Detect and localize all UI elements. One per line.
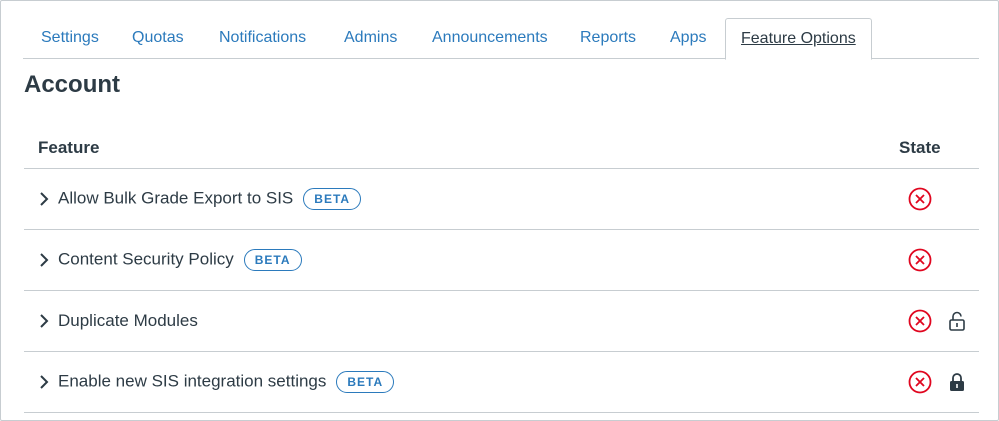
table-header: Feature State	[24, 126, 979, 169]
chevron-right-icon[interactable]	[38, 313, 50, 329]
beta-badge: BETA	[243, 249, 302, 271]
settings-panel: Settings Quotas Notifications Admins Ann…	[0, 0, 999, 421]
tab-settings[interactable]: Settings	[41, 18, 99, 58]
tab-notifications[interactable]: Notifications	[219, 18, 306, 58]
tab-admins[interactable]: Admins	[344, 18, 397, 58]
feature-name[interactable]: Enable new SIS integration settings BETA	[58, 371, 395, 393]
page-title: Account	[24, 71, 120, 98]
tab-apps[interactable]: Apps	[670, 18, 706, 58]
feature-label: Duplicate Modules	[58, 311, 198, 330]
x-circle-icon[interactable]	[908, 187, 932, 211]
tab-reports[interactable]: Reports	[580, 18, 636, 58]
table-row: Allow Bulk Grade Export to SIS BETA	[24, 169, 979, 230]
beta-badge: BETA	[303, 188, 362, 210]
feature-label: Allow Bulk Grade Export to SIS	[58, 188, 294, 208]
chevron-right-icon[interactable]	[38, 191, 50, 207]
feature-label: Content Security Policy	[58, 249, 234, 269]
tab-announcements[interactable]: Announcements	[432, 18, 548, 58]
table-row: Content Security Policy BETA	[24, 230, 979, 291]
feature-name[interactable]: Content Security Policy BETA	[58, 249, 302, 271]
table-row: Duplicate Modules	[24, 291, 979, 352]
tab-bar: Settings Quotas Notifications Admins Ann…	[23, 18, 979, 60]
column-header-feature: Feature	[38, 138, 100, 157]
x-circle-icon[interactable]	[908, 370, 932, 394]
tab-feature-options[interactable]: Feature Options	[725, 18, 872, 60]
feature-name[interactable]: Duplicate Modules	[58, 311, 198, 331]
x-circle-icon[interactable]	[908, 248, 932, 272]
feature-label: Enable new SIS integration settings	[58, 371, 327, 391]
table-row: Enable new SIS integration settings BETA	[24, 352, 979, 413]
column-header-state: State	[899, 138, 941, 157]
beta-badge: BETA	[336, 371, 395, 393]
feature-name[interactable]: Allow Bulk Grade Export to SIS BETA	[58, 188, 362, 210]
unlock-icon[interactable]	[948, 311, 966, 331]
tab-quotas[interactable]: Quotas	[132, 18, 184, 58]
lock-icon[interactable]	[948, 372, 966, 392]
chevron-right-icon[interactable]	[38, 252, 50, 268]
x-circle-icon[interactable]	[908, 309, 932, 333]
chevron-right-icon[interactable]	[38, 374, 50, 390]
tab-feature-options-label: Feature Options	[741, 30, 856, 47]
